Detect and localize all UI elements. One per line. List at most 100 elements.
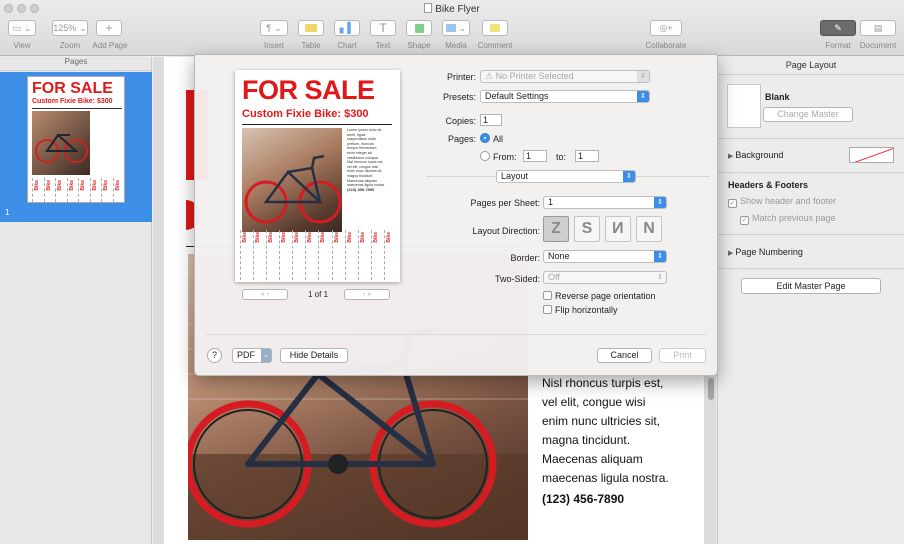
format-button[interactable]: ✎	[820, 20, 856, 36]
table-label: Table	[301, 41, 321, 50]
reverse-orientation-checkbox[interactable]: Reverse page orientation	[543, 291, 656, 301]
checkbox-icon: ✓	[740, 216, 749, 225]
collaborate-label: Collaborate	[645, 41, 687, 50]
text-button[interactable]: T	[370, 20, 396, 36]
copies-field[interactable]: 1	[480, 114, 502, 126]
from-field[interactable]: 1	[523, 150, 547, 162]
page-thumbnail[interactable]: FOR SALE Custom Fixie Bike: $300 Bike Bik…	[27, 76, 125, 203]
preview-tear-tabs: Bike Bike Bike Bike Bike Bike Bike Bike Bike Bike…	[238, 230, 397, 280]
view-button[interactable]: ▭ ⌄	[8, 20, 36, 36]
checkbox-icon	[543, 291, 552, 300]
document-button[interactable]: ▤	[860, 20, 896, 36]
master-thumbnail[interactable]	[727, 84, 761, 128]
border-label: Border:	[510, 253, 540, 263]
layout-direction-n-button[interactable]: N	[605, 216, 631, 242]
add-page-button[interactable]: +	[96, 20, 122, 36]
shape-icon	[414, 23, 424, 33]
layout-direction-n2-button[interactable]: N	[636, 216, 662, 242]
thumb-body-text	[94, 111, 122, 175]
show-header-footer-checkbox[interactable]: ✓ Show header and footer	[728, 196, 836, 208]
pages-sidebar-header: Pages	[0, 57, 152, 71]
pages-from-radio[interactable]: From:	[480, 151, 517, 162]
printer-label: Printer:	[446, 72, 476, 82]
paintbrush-icon: ✎	[834, 22, 842, 33]
background-color-well[interactable]	[849, 147, 894, 163]
preview-body-text: Lorem ipsum dolor sit amet, ligula suspend…	[347, 128, 385, 192]
layout-n-icon: N	[643, 220, 655, 237]
flip-horizontally-checkbox[interactable]: Flip horizontally	[543, 305, 618, 315]
popup-arrows-icon: ⇕	[654, 251, 666, 262]
to-field[interactable]: 1	[575, 150, 599, 162]
pdf-menu-button[interactable]: PDF ⌄	[232, 348, 272, 363]
layout-z-icon: Z	[551, 220, 561, 237]
chart-button[interactable]: ▖▌	[334, 20, 360, 36]
layout-direction-s-button[interactable]: S	[574, 216, 600, 242]
thumb-subhead: Custom Fixie Bike: $300	[32, 98, 113, 105]
shape-button[interactable]	[406, 20, 432, 36]
document-icon	[424, 3, 433, 13]
flyer-phone: (123) 456-7890	[542, 492, 625, 506]
zoom-menu[interactable]: 125% ⌄	[52, 20, 88, 36]
two-sided-popup[interactable]: Off ⇕	[543, 271, 667, 284]
vertical-scrollbar[interactable]	[708, 378, 714, 400]
layout-s-icon: S	[581, 220, 593, 237]
preview-bike-photo	[242, 128, 342, 232]
comment-icon	[490, 24, 500, 32]
checkbox-icon	[543, 305, 552, 314]
section-popup[interactable]: Layout ⇕	[496, 170, 636, 183]
edit-master-page-button[interactable]: Edit Master Page	[741, 278, 881, 294]
popup-arrows-icon: ⇕	[637, 71, 649, 82]
chevron-down-icon: ⌄	[79, 22, 87, 33]
collaborate-button[interactable]: ◎+	[650, 20, 682, 36]
headers-footers-title: Headers & Footers	[728, 180, 809, 190]
insert-label: Insert	[263, 41, 284, 50]
presets-popup[interactable]: Default Settings ⇕	[480, 90, 650, 103]
popup-arrows-icon: ⇕	[623, 171, 635, 182]
layout-direction-z-button[interactable]: Z	[543, 216, 569, 242]
preview-subhead: Custom Fixie Bike: $300	[242, 108, 369, 120]
help-button[interactable]: ?	[207, 348, 222, 363]
flyer-body-text[interactable]: Nisl rhoncus turpis est, vel elit, congue…	[542, 374, 707, 509]
match-previous-checkbox[interactable]: ✓ Match previous page	[740, 213, 836, 225]
view-label: View	[13, 41, 31, 50]
cancel-button[interactable]: Cancel	[597, 348, 652, 363]
background-disclosure[interactable]: ▶ Background	[728, 150, 783, 160]
page-numbering-disclosure[interactable]: ▶ Page Numbering	[728, 247, 803, 257]
insert-button[interactable]: ¶ ⌄	[260, 20, 288, 36]
pages-per-sheet-label: Pages per Sheet:	[470, 198, 540, 208]
footer-divider	[206, 334, 706, 335]
to-label: to:	[556, 152, 567, 162]
print-button[interactable]: Print	[659, 348, 706, 363]
collaborate-icon: ◎+	[659, 22, 673, 33]
popup-arrows-icon: ⇕	[654, 197, 666, 208]
comment-button[interactable]	[482, 20, 508, 36]
border-popup[interactable]: None ⇕	[543, 250, 667, 263]
comment-label: Comment	[477, 41, 513, 50]
help-icon: ?	[211, 350, 217, 360]
popup-arrows-icon: ⇕	[657, 274, 663, 281]
preview-prev-buttons[interactable]: « ‹	[242, 289, 288, 300]
zoom-value: 125%	[53, 23, 77, 33]
add-page-label: Add Page	[92, 41, 128, 50]
preview-page-count: 1 of 1	[308, 290, 329, 299]
pages-all-radio[interactable]: All	[480, 133, 503, 144]
thumb-bike-photo	[32, 111, 90, 175]
preview-divider	[242, 124, 392, 125]
document-icon: ▤	[873, 22, 883, 33]
printer-popup[interactable]: ⚠ No Printer Selected ⇕	[480, 70, 650, 83]
media-button[interactable]: ⌄	[442, 20, 470, 36]
preview-next-buttons[interactable]: › »	[344, 289, 390, 300]
chevron-down-icon: ⌄	[261, 349, 271, 362]
chevron-down-icon: ⌄	[274, 22, 282, 33]
radio-selected-icon	[480, 133, 490, 143]
change-master-button[interactable]: Change Master	[763, 107, 853, 122]
hide-details-button[interactable]: Hide Details	[280, 348, 348, 363]
layout-n-mirrored-icon: N	[612, 220, 624, 237]
layout-direction-label: Layout Direction:	[472, 226, 540, 236]
chart-icon: ▖▌	[339, 22, 355, 34]
radio-icon	[480, 151, 490, 161]
pages-per-sheet-popup[interactable]: 1 ⇕	[543, 196, 667, 209]
last-page-icon: »	[367, 291, 372, 298]
table-button[interactable]	[298, 20, 324, 36]
two-sided-label: Two-Sided:	[494, 274, 540, 284]
